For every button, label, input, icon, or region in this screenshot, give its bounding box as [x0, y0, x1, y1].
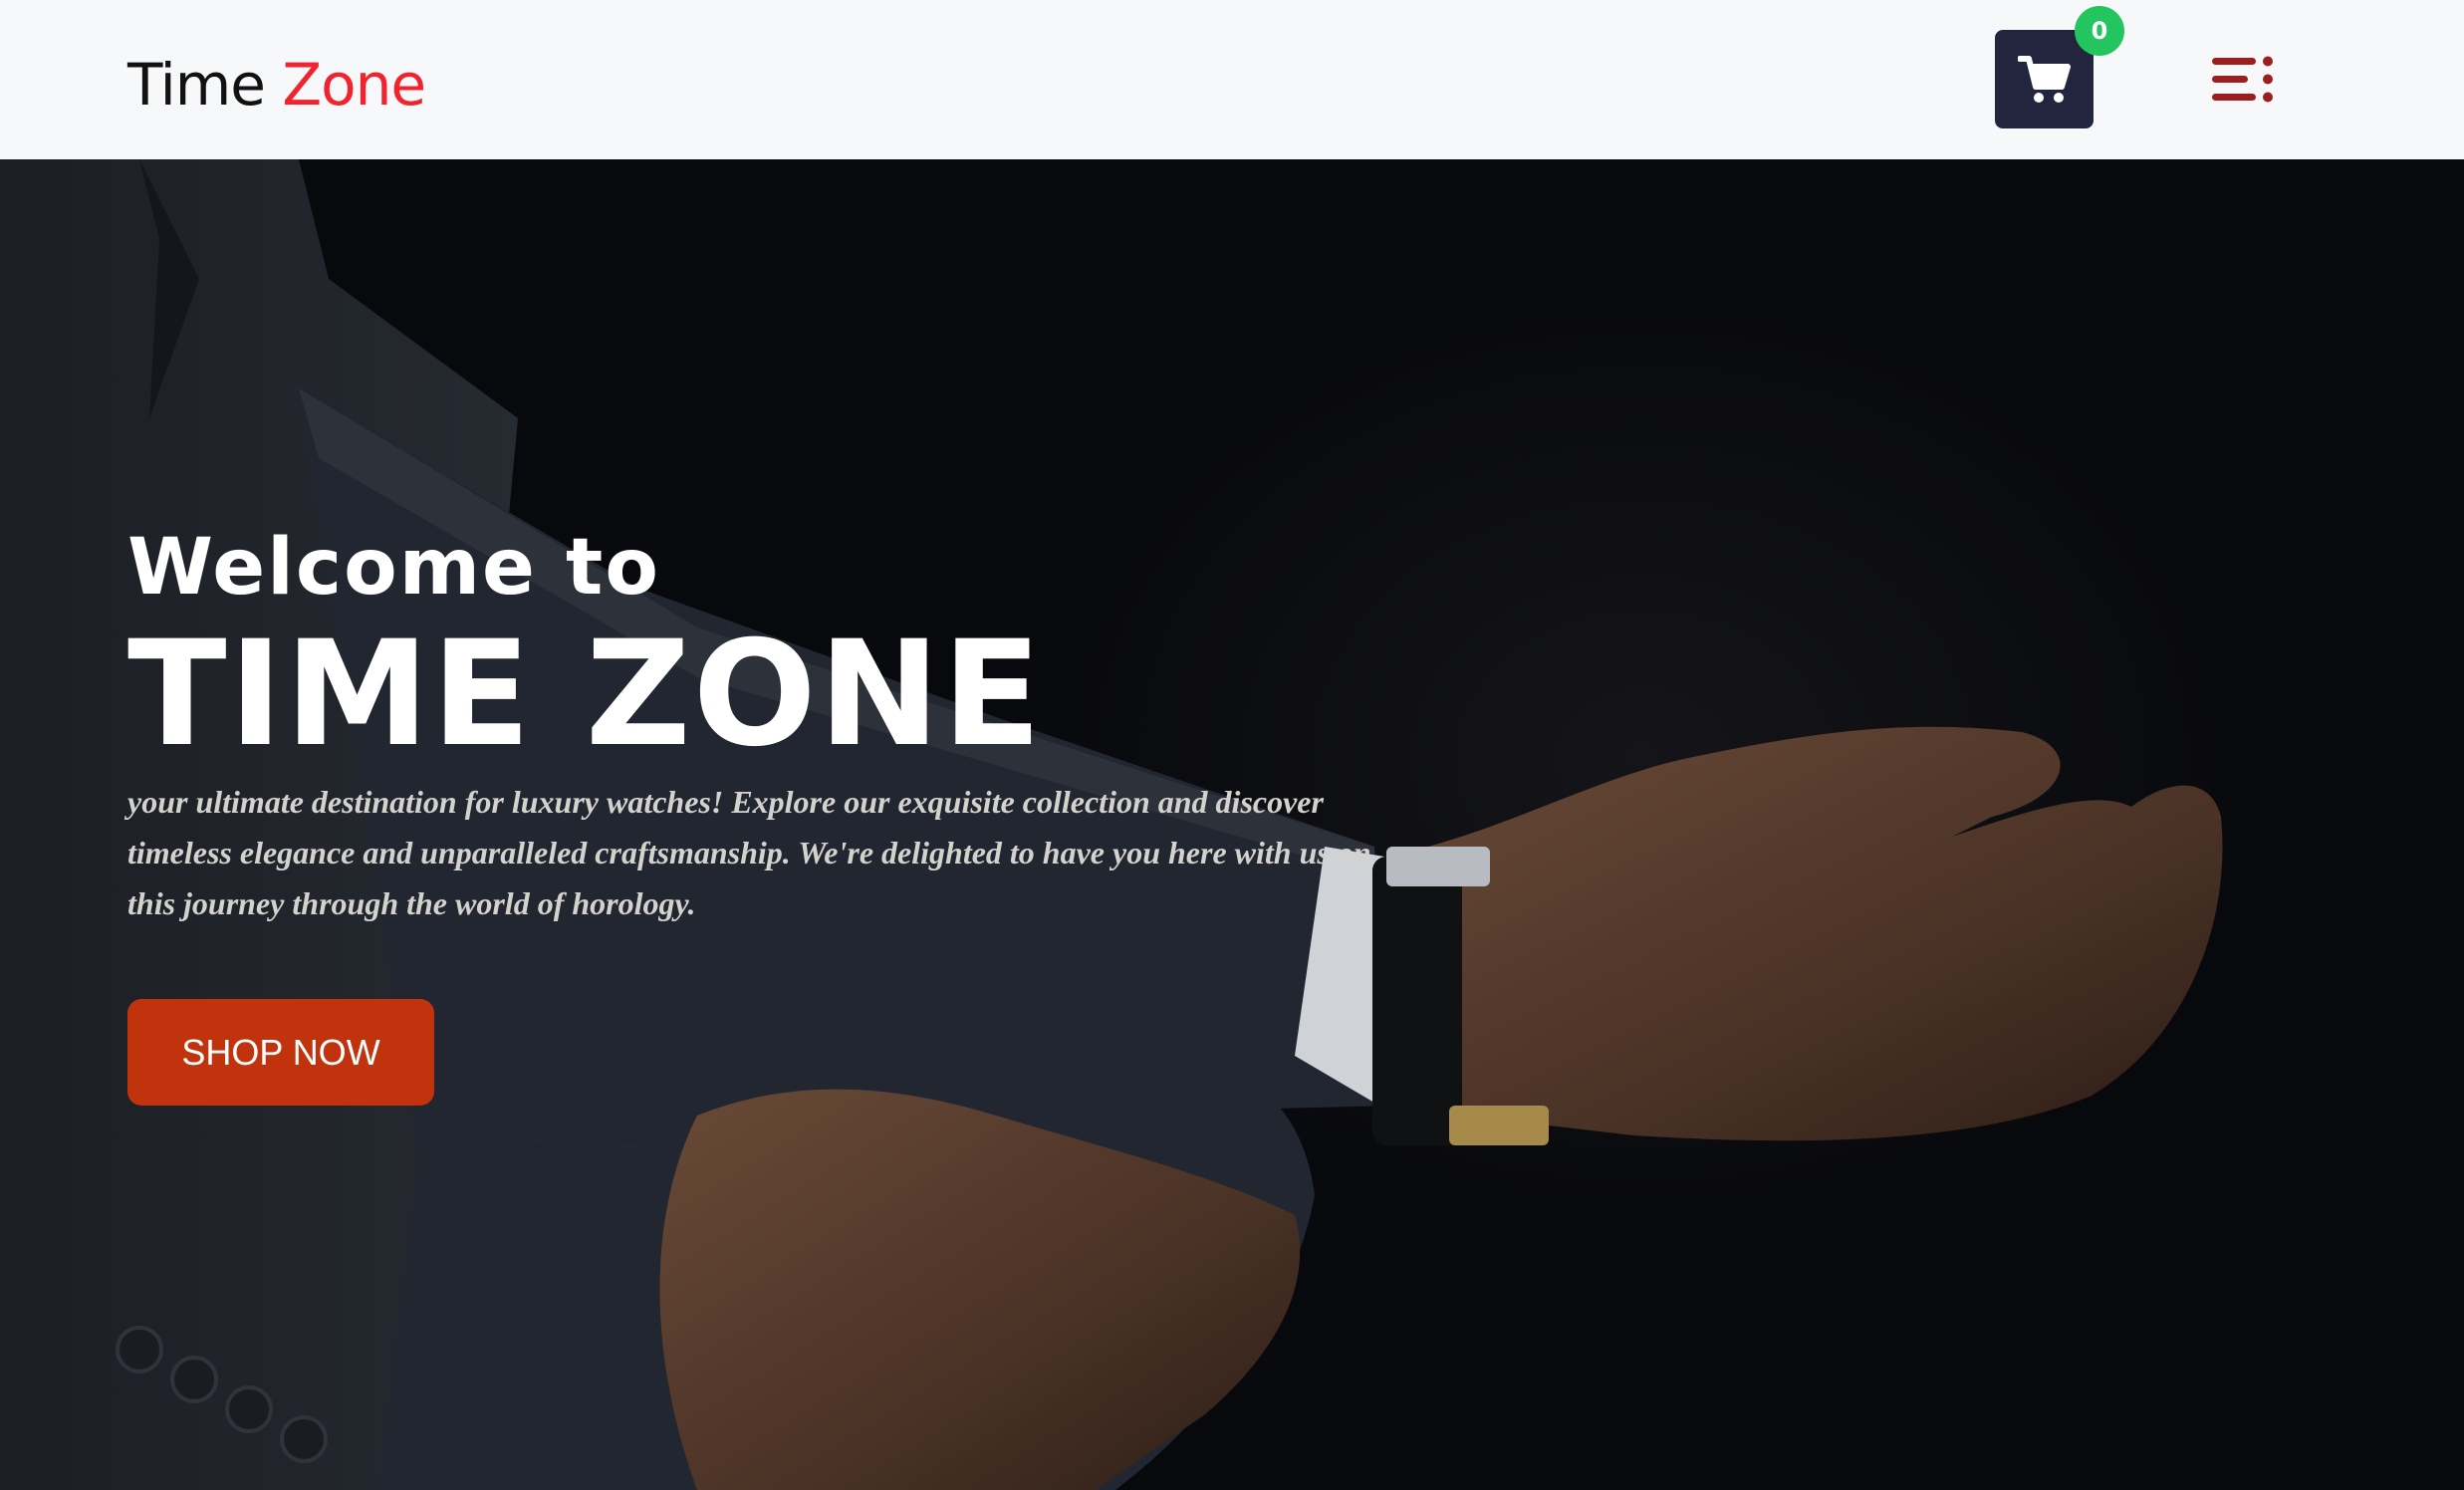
- hero-tagline: your ultimate destination for luxury wat…: [127, 784, 1371, 921]
- site-logo[interactable]: Time Zone: [127, 50, 426, 120]
- hero-brand-title: TIME ZONE: [127, 610, 1044, 779]
- menu-icon: [2212, 56, 2273, 103]
- hero-text-block: Welcome to TIME ZONE your ultimate desti…: [127, 518, 1422, 929]
- logo-word-time: Time: [127, 51, 266, 119]
- shop-now-button[interactable]: SHOP NOW: [127, 999, 434, 1106]
- shopping-cart-icon: [2017, 55, 2071, 103]
- navbar: Time Zone 0: [0, 0, 2464, 159]
- hero-section: Welcome to TIME ZONE your ultimate desti…: [0, 159, 2464, 1490]
- cart-count-badge: 0: [2075, 6, 2124, 56]
- logo-word-zone: Zone: [282, 51, 426, 119]
- menu-button[interactable]: [2207, 50, 2279, 110]
- hero-welcome-heading: Welcome to: [127, 523, 660, 613]
